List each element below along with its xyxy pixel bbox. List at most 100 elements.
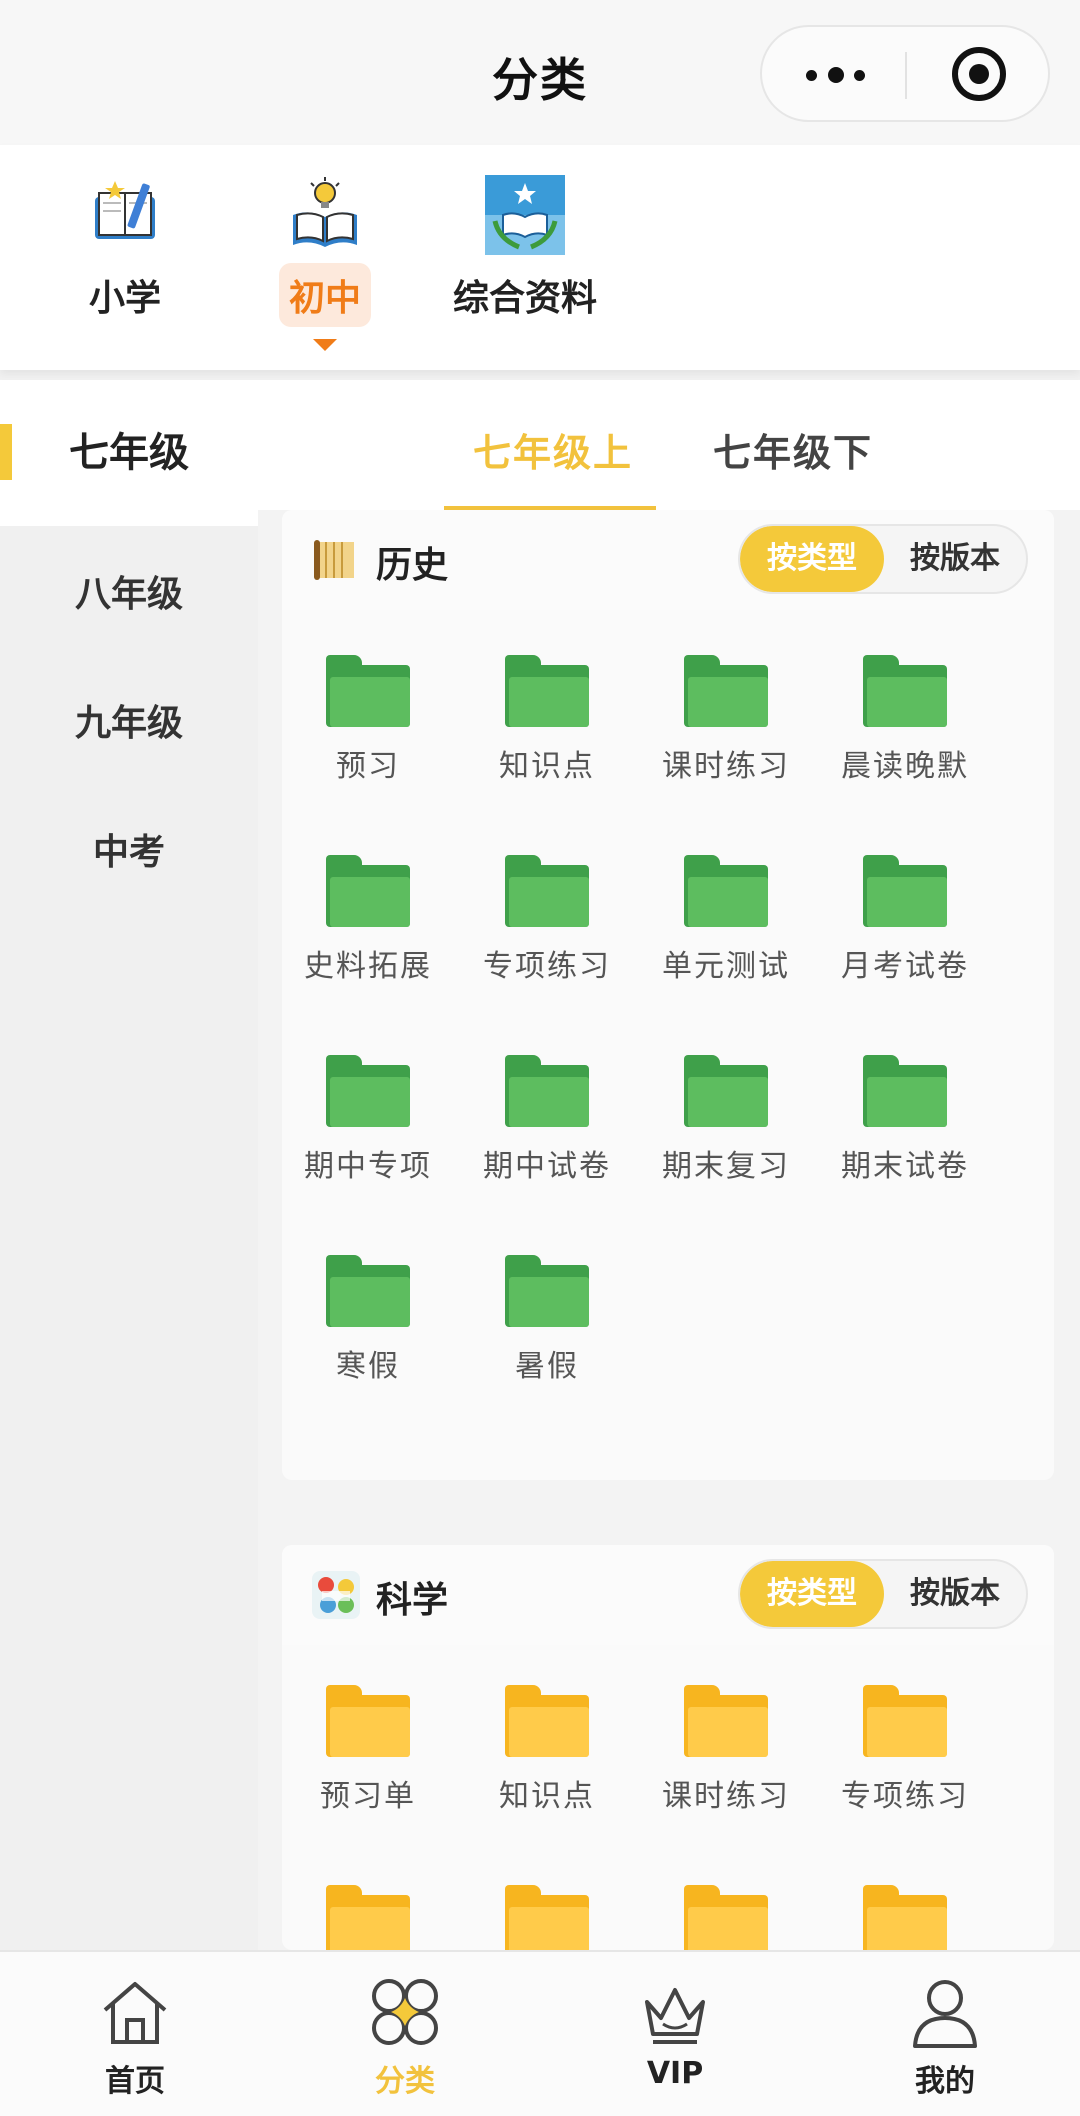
tab-grade7-second[interactable]: 七年级下 xyxy=(713,422,873,477)
folder-icon xyxy=(684,1055,768,1127)
folder-item[interactable]: 晨读晚默 xyxy=(815,655,995,785)
nav-mine[interactable]: 我的 xyxy=(845,1972,1045,2100)
sidebar-item-grade9[interactable]: 九年级 xyxy=(0,694,258,746)
folder-icon xyxy=(505,855,589,927)
nav-vip[interactable]: VIP xyxy=(575,1972,775,2091)
folder-item[interactable] xyxy=(815,1885,995,1957)
folder-label: 月考试卷 xyxy=(841,949,969,984)
scroll-icon xyxy=(312,536,360,584)
subject-header: 科学 按类型 按版本 xyxy=(282,1545,1054,1645)
by-type-button[interactable]: 按类型 xyxy=(740,526,884,592)
folder-item[interactable]: 课时练习 xyxy=(636,1685,816,1815)
level-label: 初中 xyxy=(278,263,371,327)
sidebar-item-label: 九年级 xyxy=(74,703,183,744)
user-icon xyxy=(905,1972,985,2052)
folder-label: 单元测试 xyxy=(662,949,790,984)
folder-label: 期末复习 xyxy=(662,1149,790,1184)
bulb-book-icon xyxy=(285,175,365,255)
folder-label: 期中专项 xyxy=(304,1149,432,1184)
subject-card-history: 历史 按类型 按版本 预习 知识点 课时练习 晨读晚默 史料拓展 专项练习 单元测试 月考试卷… xyxy=(282,510,1054,1480)
folder-item[interactable]: 期末复习 xyxy=(636,1055,816,1185)
folder-item[interactable]: 课时练习 xyxy=(636,655,816,785)
record-icon[interactable] xyxy=(952,47,1006,101)
crown-icon xyxy=(635,1972,715,2052)
folder-label: 知识点 xyxy=(499,749,595,784)
folder-label: 知识点 xyxy=(499,1779,595,1814)
level-tab-junior[interactable]: 初中 xyxy=(240,175,410,351)
folder-item[interactable]: 期中试卷 xyxy=(457,1055,637,1185)
folder-label: 暑假 xyxy=(515,1349,579,1384)
level-tab-general[interactable]: 综合资料 xyxy=(440,175,610,327)
view-mode-switch: 按类型 按版本 xyxy=(738,1559,1028,1629)
folder-item[interactable]: 知识点 xyxy=(457,1685,637,1815)
folder-label: 课时练习 xyxy=(662,1779,790,1814)
semester-tabs: 七年级上 七年级下 xyxy=(258,380,1080,510)
folder-icon xyxy=(326,1055,410,1127)
view-mode-switch: 按类型 按版本 xyxy=(738,524,1028,594)
nav-label: 我的 xyxy=(915,2064,975,2099)
folder-icon xyxy=(326,1255,410,1327)
folder-icon xyxy=(505,1685,589,1757)
category-icon xyxy=(365,1972,445,2052)
folder-icon xyxy=(505,1055,589,1127)
folder-icon xyxy=(505,1885,589,1957)
folder-item[interactable]: 预习 xyxy=(278,655,458,785)
folder-item[interactable]: 史料拓展 xyxy=(278,855,458,985)
nav-label: 分类 xyxy=(375,2064,435,2099)
folder-item[interactable]: 知识点 xyxy=(457,655,637,785)
folder-item[interactable]: 暑假 xyxy=(457,1255,637,1385)
top-bar: 分类 xyxy=(0,0,1080,145)
science-icon xyxy=(312,1571,360,1619)
folder-label: 专项练习 xyxy=(841,1779,969,1814)
folder-item[interactable]: 期末试卷 xyxy=(815,1055,995,1185)
folder-item[interactable]: 单元测试 xyxy=(636,855,816,985)
folder-label: 晨读晚默 xyxy=(841,749,969,784)
by-type-button[interactable]: 按类型 xyxy=(740,1561,884,1627)
active-indicator xyxy=(0,424,12,480)
folder-icon xyxy=(684,1685,768,1757)
folder-item[interactable]: 预习单 xyxy=(278,1685,458,1815)
nav-label: 首页 xyxy=(105,2064,165,2099)
folder-icon xyxy=(326,855,410,927)
folder-icon xyxy=(326,655,410,727)
folder-icon xyxy=(863,1055,947,1127)
pencil-book-icon xyxy=(85,175,165,255)
folder-icon xyxy=(684,655,768,727)
folder-item[interactable] xyxy=(278,1885,458,1957)
by-edition-button[interactable]: 按版本 xyxy=(884,526,1026,592)
folder-icon xyxy=(863,855,947,927)
level-tab-primary[interactable]: 小学 xyxy=(40,175,210,327)
nav-category[interactable]: 分类 xyxy=(305,1972,505,2100)
folder-label: 课时练习 xyxy=(662,749,790,784)
folder-item[interactable]: 专项练习 xyxy=(815,1685,995,1815)
folder-label: 专项练习 xyxy=(483,949,611,984)
folder-label: 期末试卷 xyxy=(841,1149,969,1184)
sidebar-item-grade8[interactable]: 八年级 xyxy=(0,565,258,617)
nav-home[interactable]: 首页 xyxy=(35,1972,235,2100)
folder-icon xyxy=(863,1685,947,1757)
folder-icon xyxy=(863,1885,947,1957)
level-label: 综合资料 xyxy=(452,278,597,319)
folder-item[interactable] xyxy=(457,1885,637,1957)
active-caret-icon xyxy=(313,339,337,351)
subject-title: 历史 xyxy=(376,545,449,586)
more-icon[interactable] xyxy=(792,55,882,95)
folder-item[interactable]: 月考试卷 xyxy=(815,855,995,985)
sidebar-item-grade7[interactable]: 七年级 xyxy=(0,380,258,526)
folder-item[interactable]: 期中专项 xyxy=(278,1055,458,1185)
folder-icon xyxy=(326,1685,410,1757)
school-book-icon xyxy=(485,175,565,255)
folder-icon xyxy=(684,855,768,927)
folder-item[interactable]: 专项练习 xyxy=(457,855,637,985)
folder-label: 期中试卷 xyxy=(483,1149,611,1184)
grade-sidebar: 七年级 八年级 九年级 中考 xyxy=(0,380,258,1950)
folder-item[interactable] xyxy=(636,1885,816,1957)
subject-card-science: 科学 按类型 按版本 预习单 知识点 课时练习 专项练习 xyxy=(282,1545,1054,1957)
sidebar-item-zhongkao[interactable]: 中考 xyxy=(0,823,258,875)
bottom-navigation: 首页 分类 VIP 我的 xyxy=(0,1950,1080,2116)
home-icon xyxy=(95,1972,175,2052)
tab-grade7-first[interactable]: 七年级上 xyxy=(473,422,633,477)
folder-item[interactable]: 寒假 xyxy=(278,1255,458,1385)
sidebar-item-label: 中考 xyxy=(92,832,165,873)
by-edition-button[interactable]: 按版本 xyxy=(884,1561,1026,1627)
